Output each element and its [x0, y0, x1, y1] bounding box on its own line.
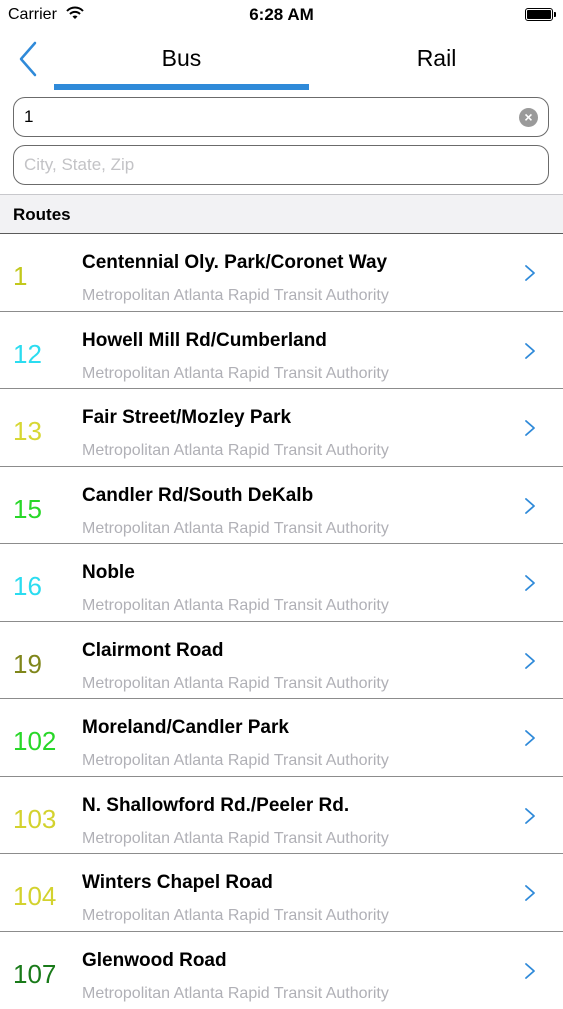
- clear-icon[interactable]: ×: [519, 108, 538, 127]
- route-row[interactable]: 102 Moreland/Candler Park Metropolitan Atl…: [0, 699, 563, 777]
- route-row[interactable]: 16 Noble Metropolitan Atlanta Rapid Transi…: [0, 544, 563, 622]
- route-number: 19: [13, 649, 42, 680]
- route-row[interactable]: 12 Howell Mill Rd/Cumberland Metropolitan …: [0, 312, 563, 390]
- tab-rail[interactable]: Rail: [310, 45, 563, 72]
- route-row[interactable]: 1 Centennial Oly. Park/Coronet Way Metropo…: [0, 234, 563, 312]
- chevron-right-icon: [524, 342, 536, 360]
- battery-icon: [525, 8, 553, 21]
- chevron-right-icon: [524, 419, 536, 437]
- chevron-right-icon: [524, 884, 536, 902]
- route-agency: Metropolitan Atlanta Rapid Transit Autho…: [82, 520, 406, 538]
- route-name: Candler Rd/South DeKalb: [82, 485, 313, 507]
- route-name: Winters Chapel Road: [82, 872, 273, 894]
- route-number: 102: [13, 726, 56, 757]
- route-name: Centennial Oly. Park/Coronet Way: [82, 252, 387, 274]
- route-agency: Metropolitan Atlanta Rapid Transit Autho…: [82, 752, 406, 770]
- route-name: Clairmont Road: [82, 640, 223, 662]
- status-bar: Carrier 6:28 AM: [0, 0, 563, 30]
- route-name: Fair Street/Mozley Park: [82, 407, 291, 429]
- chevron-right-icon: [524, 264, 536, 282]
- route-name: Moreland/Candler Park: [82, 717, 289, 739]
- back-chevron-icon[interactable]: [16, 40, 42, 78]
- route-row[interactable]: 19 Clairmont Road Metropolitan Atlanta Rap…: [0, 622, 563, 700]
- route-agency: Metropolitan Atlanta Rapid Transit Autho…: [82, 907, 406, 925]
- routes-list: 1 Centennial Oly. Park/Coronet Way Metropo…: [0, 234, 563, 1009]
- chevron-right-icon: [524, 652, 536, 670]
- chevron-right-icon: [524, 729, 536, 747]
- chevron-right-icon: [524, 962, 536, 980]
- route-number: 13: [13, 416, 42, 447]
- route-row[interactable]: 107Glenwood RoadMetropolitan Atlanta Rap…: [0, 932, 563, 1009]
- nav-bar: Bus Rail: [0, 30, 563, 94]
- route-agency: Metropolitan Atlanta Rapid Transit Autho…: [82, 597, 406, 615]
- chevron-right-icon: [524, 497, 536, 515]
- route-name: Howell Mill Rd/Cumberland: [82, 330, 327, 352]
- route-number: 1: [13, 261, 27, 292]
- route-row[interactable]: 103 N. Shallowford Rd./Peeler Rd. Metropol…: [0, 777, 563, 855]
- route-agency: Metropolitan Atlanta Rapid Transit Autho…: [82, 365, 406, 383]
- route-number: 12: [13, 339, 42, 370]
- route-number: 15: [13, 494, 42, 525]
- chevron-right-icon: [524, 574, 536, 592]
- route-agency: Metropolitan Atlanta Rapid Transit Autho…: [82, 675, 406, 693]
- route-search-field: ×: [13, 97, 549, 137]
- section-title: Routes: [13, 205, 71, 225]
- route-number: 104: [13, 881, 56, 912]
- route-row[interactable]: 15 Candler Rd/South DeKalb Metropolitan At…: [0, 467, 563, 545]
- route-number: 16: [13, 571, 42, 602]
- route-name: Noble: [82, 562, 135, 584]
- route-agency: Metropolitan Atlanta Rapid Transit Autho…: [82, 830, 406, 848]
- status-time: 6:28 AM: [0, 5, 563, 25]
- routes-section-header: Routes: [0, 194, 563, 234]
- route-agency: Metropolitan Atlanta Rapid Transit Autho…: [82, 442, 406, 460]
- route-agency: Metropolitan Atlanta Rapid Transit Autho…: [82, 287, 406, 305]
- tab-bus[interactable]: Bus: [54, 45, 309, 72]
- route-name: N. Shallowford Rd./Peeler Rd.: [82, 795, 349, 817]
- route-number: 103: [13, 804, 56, 835]
- route-number: 107: [13, 959, 56, 990]
- chevron-right-icon: [524, 807, 536, 825]
- location-field: [13, 145, 549, 185]
- tab-selected-indicator: [54, 84, 309, 90]
- route-row[interactable]: 13 Fair Street/Mozley Park Metropolitan At…: [0, 389, 563, 467]
- route-row[interactable]: 104 Winters Chapel Road Metropolitan Atlan…: [0, 854, 563, 932]
- route-search-input[interactable]: [24, 98, 504, 136]
- location-input[interactable]: [24, 146, 504, 184]
- route-name: Glenwood Road: [82, 950, 227, 972]
